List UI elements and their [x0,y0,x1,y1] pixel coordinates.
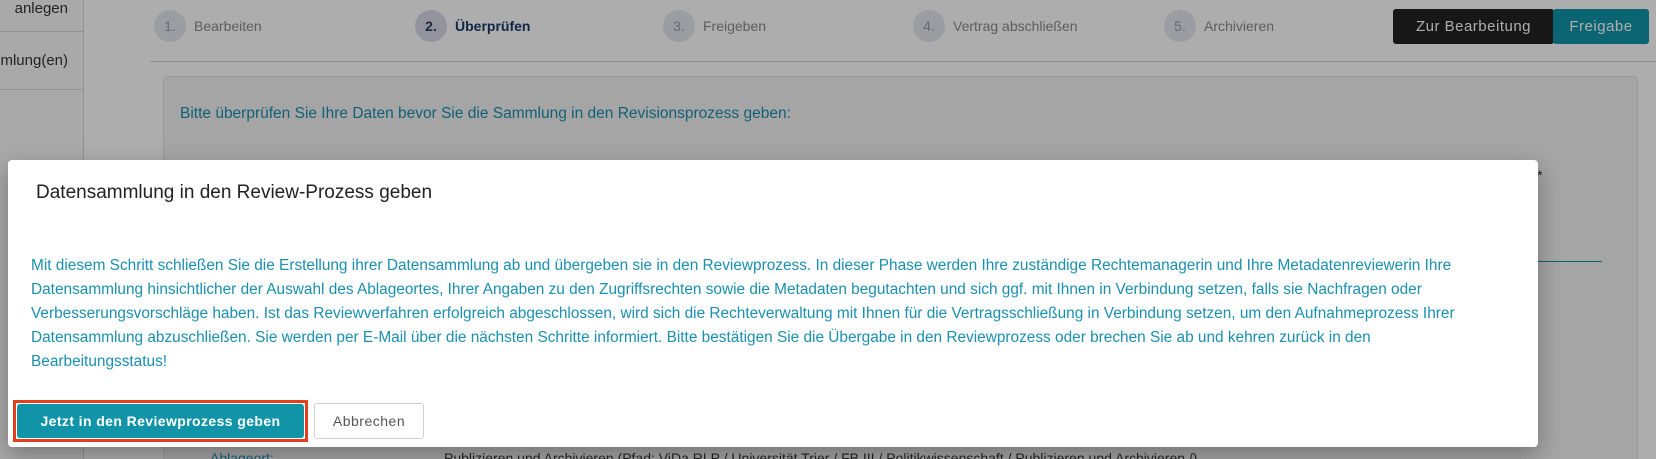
dialog-body-text: Mit diesem Schritt schließen Sie die Ers… [31,257,1455,370]
dialog-title: Datensammlung in den Review-Prozess gebe… [36,182,433,203]
confirm-review-button[interactable]: Jetzt in den Reviewprozess geben [17,404,304,438]
cancel-button[interactable]: Abbrechen [314,403,424,439]
review-dialog: Datensammlung in den Review-Prozess gebe… [8,160,1538,447]
